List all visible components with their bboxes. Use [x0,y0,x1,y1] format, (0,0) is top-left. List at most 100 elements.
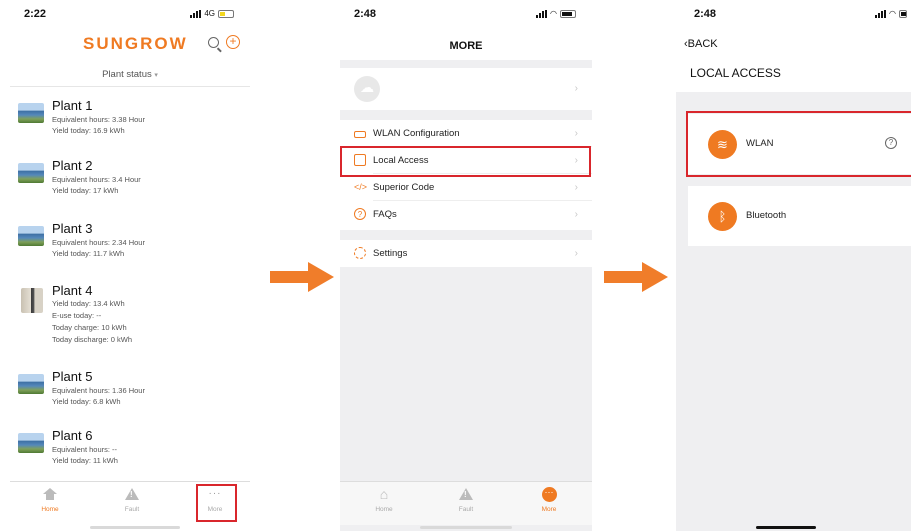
search-icon[interactable] [208,37,219,48]
status-bar: 2:22 4G [10,0,250,28]
page-title: MORE [449,40,483,52]
plant-detail: Equivalent hours: 1.36 Hour [52,386,145,395]
chevron-right-icon: › [574,128,578,139]
plant-name: Plant 4 [52,283,93,298]
warning-icon [446,486,486,502]
plant-detail: Today charge: 10 kWh [52,323,127,332]
solar-panel-thumbnail [18,103,44,123]
menu-item-wlan-configuration[interactable]: WLAN Configuration › [340,120,592,147]
tab-fault[interactable]: Fault [112,486,152,513]
menu-item-faqs[interactable]: ? FAQs › [340,201,592,228]
code-icon: </> [354,182,368,192]
battery-icon [218,9,234,18]
plant-detail: Yield today: 6.8 kWh [52,397,121,406]
plant-name: Plant 6 [52,428,93,443]
chevron-right-icon: › [574,209,578,220]
highlight-more-tab [196,484,237,522]
warning-icon [112,486,152,502]
tab-home[interactable]: Home [30,486,70,513]
tab-bar: ⌂ Home Fault ··· More [340,481,592,525]
step-arrow [270,262,336,292]
question-icon: ? [354,208,366,220]
account-row[interactable]: › [340,68,592,110]
more-dots-icon: ··· [529,486,569,502]
signal-icon [536,9,548,18]
plant-name: Plant 2 [52,158,93,173]
tab-label: Home [41,506,59,513]
gear-icon [354,247,366,259]
home-indicator [756,526,816,529]
plant-name: Plant 3 [52,221,93,236]
plant-detail: Yield today: 11.7 kWh [52,249,125,258]
solar-panel-thumbnail [18,374,44,394]
solar-panel-thumbnail [18,226,44,246]
back-label: BACK [687,38,718,50]
plant-detail: Today discharge: 0 kWh [52,335,133,344]
solar-panel-thumbnail [18,163,44,183]
menu-group-settings: Settings › [340,240,592,267]
network-type: 4G [204,9,215,18]
status-bar: 2:48 ◠ [340,0,592,28]
plant-list-screen: 2:22 4G SUNGROW + Plant status ▾ Plant 1… [10,0,250,531]
plant-detail: Equivalent hours: 2.34 Hour [52,238,145,247]
plant-photo-thumbnail [21,288,43,313]
plant-status-filter[interactable]: Plant status ▾ [10,69,250,80]
status-time: 2:48 [694,8,717,20]
status-time: 2:48 [354,8,377,20]
option-bluetooth[interactable]: ᛒ Bluetooth [688,186,911,246]
menu-item-label: WLAN Configuration [373,128,460,139]
status-indicators: ◠ [536,9,576,18]
menu-item-label: Superior Code [373,182,435,193]
tab-label: Fault [124,506,140,513]
bluetooth-icon: ᛒ [708,202,737,231]
tab-more[interactable]: ··· More [529,486,569,513]
chevron-right-icon: › [574,248,578,259]
status-time: 2:22 [24,8,47,20]
status-indicators: 4G [190,9,234,18]
tutorial-stage: 2:22 4G SUNGROW + Plant status ▾ Plant 1… [0,0,911,531]
wifi-icon: ◠ [550,9,557,18]
plant-detail: E-use today: -- [52,311,102,320]
tab-home[interactable]: ⌂ Home [364,486,404,513]
status-indicators: ◠ [875,9,907,18]
local-access-screen: 2:48 ◠ ‹BACK LOCAL ACCESS ≋ WLAN ? ᛒ Blu… [676,0,911,531]
highlight-wlan [686,111,911,177]
plant-detail: Yield today: 11 kWh [52,456,118,465]
tab-label: Fault [458,506,474,513]
back-button[interactable]: ‹BACK [684,38,718,50]
tab-label: More [541,506,557,513]
page-title: LOCAL ACCESS [690,66,781,80]
chevron-right-icon: › [574,182,578,193]
add-plant-icon[interactable]: + [226,35,240,49]
plant-detail: Yield today: 17 kWh [52,186,119,195]
battery-icon [899,9,907,18]
solar-panel-thumbnail [18,433,44,453]
signal-icon [875,9,887,18]
divider [10,86,250,87]
menu-item-superior-code[interactable]: </> Superior Code › [340,174,592,201]
chevron-down-icon: ▾ [154,72,158,79]
home-icon [30,486,70,502]
home-indicator [420,526,512,529]
avatar [354,76,380,102]
battery-icon [560,9,576,18]
signal-icon [190,9,202,18]
menu-item-label: FAQs [373,209,397,220]
plant-detail: Yield today: 13.4 kWh [52,299,125,308]
home-indicator [90,526,180,529]
status-bar: 2:48 ◠ [676,0,911,28]
plant-status-label: Plant status [102,69,152,80]
menu-item-settings[interactable]: Settings › [340,240,592,267]
more-screen: 2:48 ◠ MORE › WLAN Configuration › Local… [340,0,592,531]
chevron-right-icon: › [574,83,578,94]
plant-detail: Equivalent hours: 3.38 Hour [52,115,145,124]
wifi-icon: ◠ [889,9,896,18]
option-label: Bluetooth [746,210,787,221]
plant-detail: Yield today: 16.9 kWh [52,126,125,135]
tab-fault[interactable]: Fault [446,486,486,513]
router-icon [354,131,366,138]
plant-name: Plant 1 [52,98,93,113]
plant-name: Plant 5 [52,369,93,384]
tab-label: Home [375,506,393,513]
plant-detail: Equivalent hours: 3.4 Hour [52,175,141,184]
